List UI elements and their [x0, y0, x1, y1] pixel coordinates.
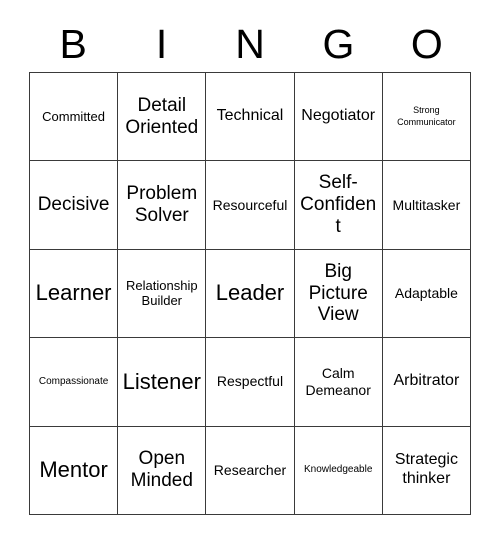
bingo-cell-r1c3[interactable]: Technical — [206, 73, 295, 162]
bingo-cell-label: Problem Solver — [126, 183, 198, 227]
bingo-cell-r4c3[interactable]: Respectful — [206, 338, 295, 427]
bingo-header-letter-b: B — [59, 20, 87, 67]
bingo-cell-label: Compassionate — [38, 375, 109, 387]
bingo-cell-r5c1[interactable]: Mentor — [30, 426, 119, 515]
bingo-grid: Committed Detail Oriented Technical Negotia… — [29, 72, 471, 515]
bingo-cell-r1c4[interactable]: Negotiator — [294, 73, 383, 162]
bingo-header-letter-g: G — [322, 20, 355, 67]
bingo-cell-label: Negotiator — [301, 107, 376, 125]
bingo-header-row: B I N G O — [29, 16, 471, 72]
bingo-card: B I N G O Committed Detail Oriented Techni… — [0, 0, 500, 544]
bingo-cell-label: Researcher — [213, 461, 287, 478]
bingo-cell-label: Relationship Builder — [126, 277, 198, 309]
bingo-cell-label: Leader — [215, 280, 285, 306]
bingo-cell-label: Detail Oriented — [125, 94, 199, 138]
bingo-cell-r1c1[interactable]: Committed — [30, 73, 119, 162]
bingo-cell-label: Open Minded — [130, 448, 193, 492]
bingo-header-letter-n: N — [235, 20, 265, 67]
bingo-cell-label: Learner — [35, 280, 112, 306]
bingo-header-letter-i: I — [155, 20, 168, 67]
bingo-cell-label: Strategic thinker — [394, 451, 458, 488]
bingo-cell-r1c2[interactable]: Detail Oriented — [118, 73, 207, 162]
bingo-cell-r5c3[interactable]: Researcher — [206, 426, 295, 515]
bingo-cell-label: Self-Confident — [300, 172, 377, 238]
bingo-cell-label: Committed — [42, 108, 106, 124]
bingo-cell-label: Technical — [216, 107, 284, 125]
bingo-cell-r4c1[interactable]: Compassionate — [30, 338, 119, 427]
bingo-cell-r1c5[interactable]: Strong Communicator — [382, 73, 471, 162]
bingo-cell-r3c3[interactable]: Leader — [206, 249, 295, 339]
bingo-cell-r4c4[interactable]: Calm Demeanor — [294, 338, 383, 427]
bingo-cell-r3c1[interactable]: Learner — [30, 249, 119, 339]
bingo-cell-r4c2[interactable]: Listener — [118, 338, 207, 427]
bingo-cell-label: Calm Demeanor — [305, 365, 371, 398]
bingo-cell-r2c3[interactable]: Resourceful — [206, 161, 295, 250]
bingo-cell-r3c5[interactable]: Adaptable — [382, 249, 471, 339]
bingo-cell-r3c2[interactable]: Relationship Builder — [118, 249, 207, 339]
bingo-cell-r3c4[interactable]: Big Picture View — [294, 249, 383, 339]
bingo-cell-r5c4[interactable]: Knowledgeable — [294, 426, 383, 515]
bingo-cell-r4c5[interactable]: Arbitrator — [382, 338, 471, 427]
bingo-cell-label: Strong Communicator — [397, 105, 456, 127]
bingo-cell-r2c4[interactable]: Self-Confident — [294, 161, 383, 250]
bingo-cell-r2c1[interactable]: Decisive — [30, 161, 119, 250]
bingo-cell-r5c5[interactable]: Strategic thinker — [382, 426, 471, 515]
bingo-cell-label: Mentor — [39, 456, 108, 482]
bingo-cell-label: Adaptable — [394, 285, 458, 302]
bingo-cell-label: Resourceful — [212, 196, 288, 213]
bingo-cell-r5c2[interactable]: Open Minded — [118, 426, 207, 515]
bingo-cell-label: Decisive — [37, 194, 110, 216]
bingo-cell-label: Knowledgeable — [304, 464, 373, 476]
bingo-cell-label: Arbitrator — [393, 372, 460, 390]
bingo-cell-label: Multitasker — [392, 196, 461, 213]
bingo-cell-label: Listener — [122, 368, 201, 394]
bingo-cell-r2c2[interactable]: Problem Solver — [118, 161, 207, 250]
bingo-cell-label: Respectful — [216, 373, 284, 390]
bingo-cell-label: Big Picture View — [308, 260, 368, 326]
bingo-header-letter-o: O — [410, 20, 443, 67]
bingo-cell-r2c5[interactable]: Multitasker — [382, 161, 471, 250]
